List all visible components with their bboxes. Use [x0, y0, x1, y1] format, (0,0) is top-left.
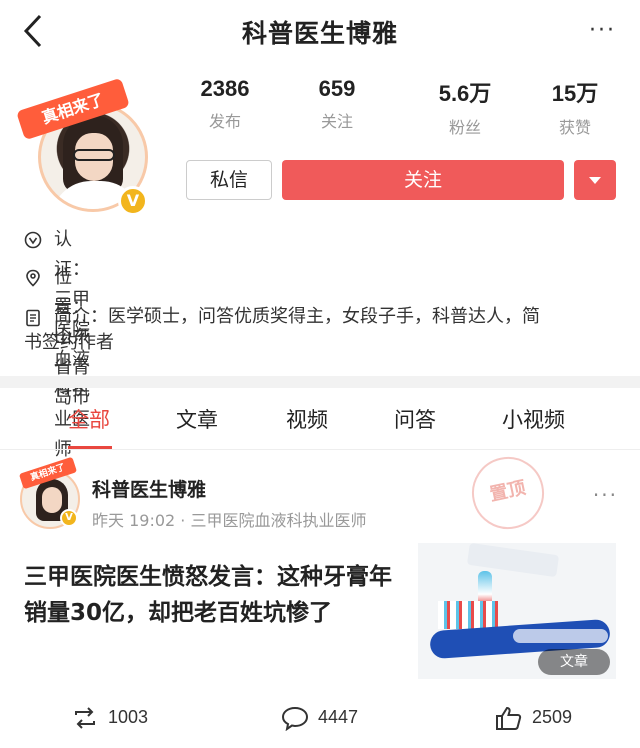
follow-button[interactable]: 关注 — [282, 160, 564, 200]
stat-posts[interactable]: 2386 发布 — [175, 76, 275, 132]
chevron-down-icon — [589, 177, 601, 184]
stat-value: 2386 — [200, 76, 250, 101]
location-pin-icon — [26, 269, 40, 287]
article-tag-label: 文章 — [560, 654, 588, 670]
comment-count: 4447 — [318, 707, 359, 727]
post-actions: 1003 4447 2509 — [0, 699, 640, 739]
intro-text-line1: 简介：医学硕士，问答优质奖得主，女段子手，科普达人，简 — [54, 306, 540, 327]
post-meta: 昨天 19:02 · 三甲医院血液科执业医师 — [92, 511, 367, 530]
message-button[interactable]: 私信 — [186, 160, 272, 200]
stat-label: 获赞 — [558, 118, 591, 137]
document-icon — [26, 309, 40, 327]
like-count: 2509 — [532, 707, 573, 727]
stat-following[interactable]: 659 关注 — [287, 76, 387, 132]
top-nav-bar: 科普医生博雅 ··· — [0, 0, 640, 62]
stat-value: 5.6万 — [438, 81, 492, 106]
avatar[interactable]: 真相来了 V — [16, 77, 150, 216]
tab-short-videos[interactable]: 小视频 — [502, 404, 565, 434]
page-title: 科普医生博雅 — [241, 19, 398, 48]
content-tabs: 全部 文章 视频 问答 小视频 — [0, 388, 640, 450]
author-name[interactable]: 科普医生博雅 — [92, 475, 206, 502]
stat-likes[interactable]: 15万 获赞 — [525, 76, 625, 138]
stat-label: 发布 — [208, 112, 241, 131]
comment-icon — [281, 706, 309, 731]
stat-followers[interactable]: 5.6万 粉丝 — [415, 76, 515, 138]
thumbs-up-icon — [496, 706, 522, 730]
section-divider — [0, 376, 640, 388]
profile-header: 真相来了 V 2386 发布 659 关注 5.6万 粉丝 15万 获赞 私信 … — [0, 62, 640, 216]
post-more-options-icon[interactable]: ··· — [593, 483, 618, 507]
post-headline[interactable]: 三甲医院医生愤怒发言：这种牙膏年销量30亿，却把老百姓坑惨了 — [24, 559, 400, 631]
tab-qa[interactable]: 问答 — [394, 404, 436, 434]
more-options-icon[interactable]: ··· — [589, 18, 616, 43]
stat-value: 15万 — [551, 81, 599, 106]
tab-videos[interactable]: 视频 — [286, 404, 328, 434]
stat-label: 粉丝 — [448, 118, 481, 137]
author-verified-badge-icon: V — [60, 509, 78, 527]
repost-count: 1003 — [108, 707, 149, 727]
pinned-stamp: 置顶 — [465, 450, 551, 536]
stat-label: 关注 — [320, 112, 353, 131]
profile-stats: 2386 发布 659 关注 5.6万 粉丝 15万 获赞 — [175, 76, 630, 138]
tab-articles[interactable]: 文章 — [176, 404, 218, 434]
verified-badge-icon: V — [118, 186, 148, 216]
follow-dropdown-button[interactable] — [574, 160, 616, 200]
tab-all[interactable]: 全部 — [68, 404, 110, 434]
verified-check-icon — [24, 231, 42, 249]
intro-text-line2: 书签约作者 — [24, 332, 114, 353]
article-tag: 文章 — [538, 649, 610, 675]
stat-value: 659 — [318, 76, 356, 101]
feed-item[interactable]: 真相来了 V 科普医生博雅 昨天 19:02 · 三甲医院血液科执业医师 置顶 … — [0, 450, 640, 748]
active-tab-indicator — [68, 446, 112, 449]
repost-icon — [75, 707, 95, 729]
